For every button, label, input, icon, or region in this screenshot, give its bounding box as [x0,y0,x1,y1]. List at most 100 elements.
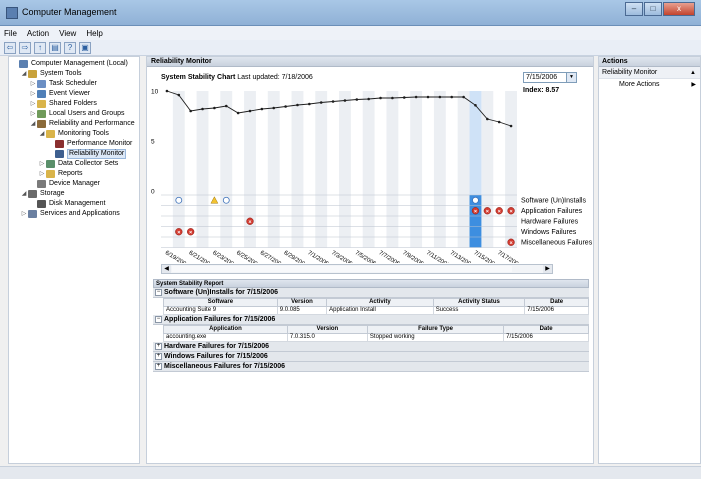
collapse-icon[interactable]: − [155,316,162,323]
more-actions-label: More Actions [619,81,660,88]
x-tick-label: 6/23/2006 [211,250,237,263]
tree-item[interactable]: ▷ Task Scheduler [9,79,139,89]
tree-item[interactable]: ◢ Storage [9,189,139,199]
column-header[interactable]: Failure Type [366,325,505,334]
tree-item[interactable]: Reliability Monitor [9,149,139,159]
tree-item-label: Task Scheduler [49,80,97,87]
collapse-icon[interactable]: − [155,289,162,296]
stability-point [319,101,323,104]
tree-item[interactable]: ◢ Reliability and Performance [9,119,139,129]
expand-arrow-icon[interactable]: ◢ [38,129,46,139]
chart-scrollbar[interactable]: ◀ ▶ [161,264,553,274]
tree-item[interactable]: ▷ Services and Applications [9,209,139,219]
stability-point [177,93,181,97]
table-cell: Accounting Suite 9 [163,306,278,315]
expand-arrow-icon[interactable]: ▷ [20,209,28,219]
console-tree: Computer Management (Local) ◢ System Tools… [8,56,140,464]
close-button[interactable]: x [663,2,695,16]
show-hide-tree-icon[interactable]: ▤ [49,41,61,54]
actions-reliability-monitor[interactable]: Reliability Monitor ▲ [599,67,700,79]
day-stripe [172,91,185,248]
x-tick-label: 6/21/2006 [188,250,214,263]
table-row[interactable]: accounting.exe 7.0.315.0 Stopped working 7/… [163,333,589,342]
table-cell: 7/15/2006 [524,306,589,315]
stability-point [260,107,264,111]
stability-chart[interactable]: Software (Un)Installs Application Failure… [147,83,593,264]
tree-item[interactable]: Computer Management (Local) [9,59,139,69]
expand-icon[interactable]: + [155,353,162,360]
back-icon[interactable]: ⇦ [4,41,16,54]
tree-item-label: Data Collector Sets [58,160,119,167]
expand-arrow-icon[interactable]: ▷ [38,159,46,169]
expand-arrow-icon[interactable]: ▷ [38,169,46,179]
expand-arrow-icon[interactable]: ▷ [29,89,37,99]
column-header[interactable]: Software [163,298,278,307]
collapse-icon[interactable]: ▲ [690,67,696,79]
table-row[interactable]: Accounting Suite 9 9.0.085 Application Ins… [163,306,589,315]
x-tick-label: 7/5/2006 [354,250,378,263]
tree-item[interactable]: Device Manager [9,179,139,189]
up-icon[interactable]: ↑ [34,41,46,54]
expand-icon[interactable]: + [155,343,162,350]
tree-item[interactable]: ▷ Reports [9,169,139,179]
expand-arrow-icon[interactable]: ◢ [29,119,37,129]
expand-arrow-icon[interactable]: ▷ [29,99,37,109]
clock-icon [37,80,46,88]
actions-pane: Actions Reliability Monitor ▲ More Actio… [598,56,701,464]
help-icon[interactable]: ? [64,41,76,54]
menu-file[interactable]: File [4,29,17,38]
report-section-header[interactable]: + Hardware Failures for 7/15/2006 [153,342,589,352]
tree-item[interactable]: ◢ Monitoring Tools [9,129,139,139]
expand-arrow-icon[interactable]: ◢ [20,189,28,199]
expand-arrow-icon[interactable]: ▷ [29,109,37,119]
column-header[interactable]: Activity [326,298,434,307]
menu-help[interactable]: Help [86,29,102,38]
report-section-header[interactable]: + Miscellaneous Failures for 7/15/2006 [153,362,589,372]
date-selector[interactable]: 7/15/2006 ▼ [523,72,577,83]
scroll-left-icon[interactable]: ◀ [162,265,171,273]
expand-arrow-icon[interactable]: ◢ [20,69,28,79]
tree-item[interactable]: ▷ Shared Folders [9,99,139,109]
table-cell: 9.0.085 [276,306,328,315]
properties-icon[interactable]: ▣ [79,41,91,54]
column-header[interactable]: Application [163,325,288,334]
tree-item[interactable]: Performance Monitor [9,139,139,149]
computer-icon [19,60,28,68]
tree-item[interactable]: Disk Management [9,199,139,209]
day-stripe [196,91,209,248]
menu-action[interactable]: Action [27,29,49,38]
folder-icon [37,100,46,108]
day-stripe [362,91,375,248]
tree-item[interactable]: ▷ Data Collector Sets [9,159,139,169]
maximize-button[interactable]: □ [644,2,662,16]
column-header[interactable]: Version [276,298,328,307]
stability-point [355,98,359,101]
forward-icon[interactable]: ⇨ [19,41,31,54]
tree-item[interactable]: ▷ Local Users and Groups [9,109,139,119]
expand-arrow-icon[interactable]: ▷ [29,79,37,89]
column-header[interactable]: Date [503,325,589,334]
report-section-header[interactable]: + Windows Failures for 7/15/2006 [153,352,589,362]
day-stripe [220,91,233,248]
table-cell: 7/15/2006 [503,333,589,342]
column-header[interactable]: Date [524,298,589,307]
column-header[interactable]: Activity Status [432,298,526,307]
scroll-thumb[interactable] [172,266,512,272]
folder-icon [46,130,55,138]
report-section-header[interactable]: − Application Failures for 7/15/2006 [153,315,589,325]
y-tick-label: 0 [151,189,155,196]
event-row-label: Windows Failures [521,229,577,236]
minimize-button[interactable]: – [625,2,643,16]
tree-item[interactable]: ▷ Event Viewer [9,89,139,99]
report-section-header[interactable]: − Software (Un)Installs for 7/15/2006 [153,288,589,298]
expand-icon[interactable]: + [155,363,162,370]
day-stripe [410,91,423,248]
more-actions[interactable]: More Actions ▶ [599,79,700,91]
chevron-down-icon[interactable]: ▼ [566,73,576,82]
tree-item-label: Performance Monitor [67,140,133,147]
toolbar: ⇦ ⇨ ↑ ▤ ? ▣ [0,40,701,56]
scroll-right-icon[interactable]: ▶ [543,265,552,273]
column-header[interactable]: Version [286,325,368,334]
menu-view[interactable]: View [59,29,76,38]
tree-item[interactable]: ◢ System Tools [9,69,139,79]
